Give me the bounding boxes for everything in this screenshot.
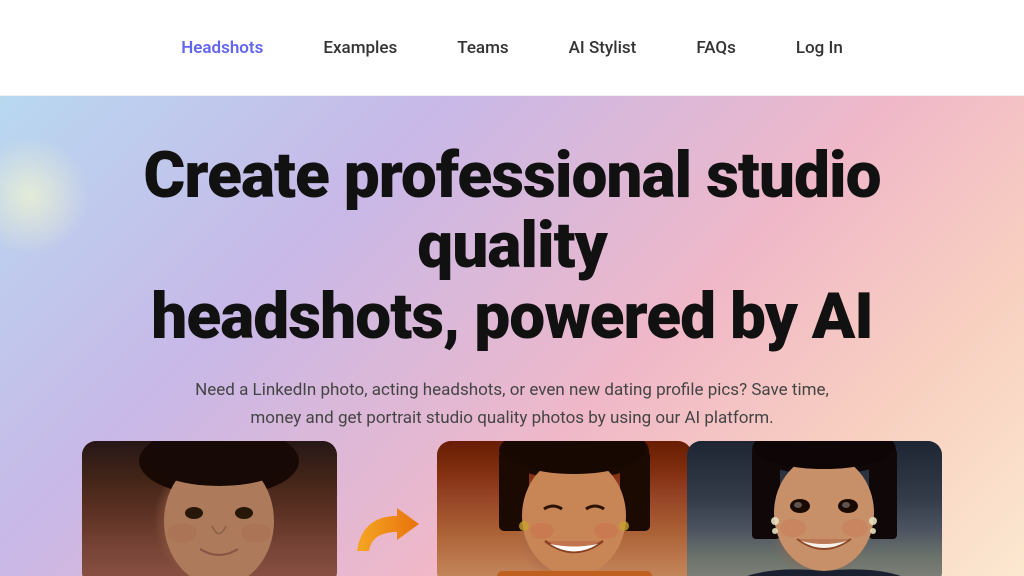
hero-title: Create professional studio quality heads… — [60, 141, 964, 352]
nav-link-headshots[interactable]: Headshots — [181, 38, 263, 58]
before-face — [82, 441, 337, 576]
nav-link-faqs[interactable]: FAQs — [696, 38, 736, 58]
after-face-1 — [437, 441, 692, 576]
nav-link-examples[interactable]: Examples — [323, 38, 397, 58]
after-photo-2 — [687, 441, 942, 576]
after-face-2 — [687, 441, 942, 576]
after-face-1-svg — [437, 441, 692, 576]
hero-images — [82, 441, 942, 576]
hero-content: Create professional studio quality heads… — [0, 96, 1024, 460]
main-nav: Headshots Examples Teams AI Stylist FAQs… — [0, 0, 1024, 96]
before-photo — [82, 441, 337, 576]
after-photo-1 — [437, 441, 692, 576]
before-face-svg — [82, 441, 337, 576]
transformation-arrow — [337, 496, 437, 576]
arrow-svg — [347, 496, 427, 566]
nav-link-login[interactable]: Log In — [796, 38, 843, 58]
hero-subtitle: Need a LinkedIn photo, acting headshots,… — [192, 376, 832, 432]
nav-link-ai-stylist[interactable]: AI Stylist — [569, 38, 637, 58]
hero-section: Create professional studio quality heads… — [0, 96, 1024, 576]
after-face-2-svg — [687, 441, 942, 576]
nav-link-teams[interactable]: Teams — [457, 38, 508, 58]
